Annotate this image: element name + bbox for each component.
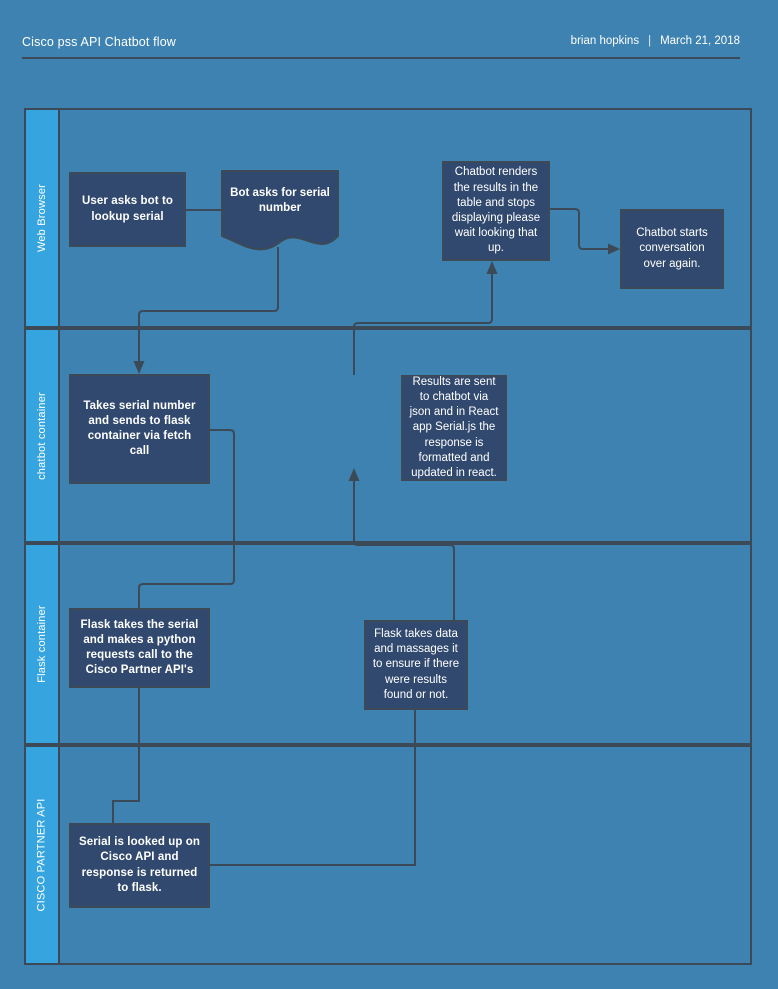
byline: brian hopkins | March 21, 2018 (571, 35, 740, 47)
node-chatbot-renders[interactable]: Chatbot renders the results in the table… (442, 161, 550, 261)
page-title: Cisco pss API Chatbot flow (22, 35, 176, 49)
byline-author: brian hopkins (570, 35, 640, 47)
swimlane-label-flask-container: Flask container (36, 605, 48, 683)
node-bot-asks-label: Bot asks for serial number (230, 187, 330, 215)
byline-separator: | (648, 35, 652, 47)
swimlane-label-web-browser: Web Browser (36, 183, 48, 253)
node-bot-asks[interactable]: Bot asks for serial number (221, 170, 339, 254)
node-user-asks[interactable]: User asks bot to lookup serial (69, 172, 186, 247)
node-chatbot-starts-over[interactable]: Chatbot starts conversation over again. (620, 209, 724, 289)
node-takes-serial[interactable]: Takes serial number and sends to flask c… (69, 374, 210, 484)
node-flask-massages[interactable]: Flask takes data and massages it to ensu… (364, 620, 468, 710)
node-results-sent[interactable]: Results are sent to chatbot via json and… (401, 375, 507, 481)
byline-date: March 21, 2018 (660, 35, 740, 47)
swimlane-diagram: Web Browser chatbot container Flask cont… (24, 108, 752, 965)
swimlane-header-chatbot-container: chatbot container (26, 330, 60, 541)
swimlane-label-cisco-partner-api: CISCO PARTNER API (36, 798, 48, 912)
swimlane-header-cisco-partner-api: CISCO PARTNER API (26, 747, 60, 963)
node-flask-massages-label: Flask takes data and massages it to ensu… (372, 628, 460, 701)
swimlane-header-web-browser: Web Browser (26, 110, 60, 326)
node-serial-lookup-label: Serial is looked up on Cisco API and res… (78, 836, 201, 894)
node-flask-takes-serial[interactable]: Flask takes the serial and makes a pytho… (69, 608, 210, 688)
header-divider (22, 57, 740, 59)
node-results-sent-label: Results are sent to chatbot via json and… (409, 375, 499, 479)
node-flask-takes-serial-label: Flask takes the serial and makes a pytho… (80, 618, 199, 677)
node-serial-lookup[interactable]: Serial is looked up on Cisco API and res… (69, 823, 210, 908)
node-user-asks-label: User asks bot to lookup serial (81, 195, 174, 223)
swimlane-header-flask-container: Flask container (26, 545, 60, 743)
page-header: Cisco pss API Chatbot flow brian hopkins… (0, 0, 778, 96)
swimlane-label-chatbot-container: chatbot container (36, 391, 49, 480)
node-chatbot-starts-over-label: Chatbot starts conversation over again. (636, 227, 708, 270)
node-chatbot-renders-label: Chatbot renders the results in the table… (451, 166, 541, 255)
node-takes-serial-label: Takes serial number and sends to flask c… (83, 399, 196, 458)
